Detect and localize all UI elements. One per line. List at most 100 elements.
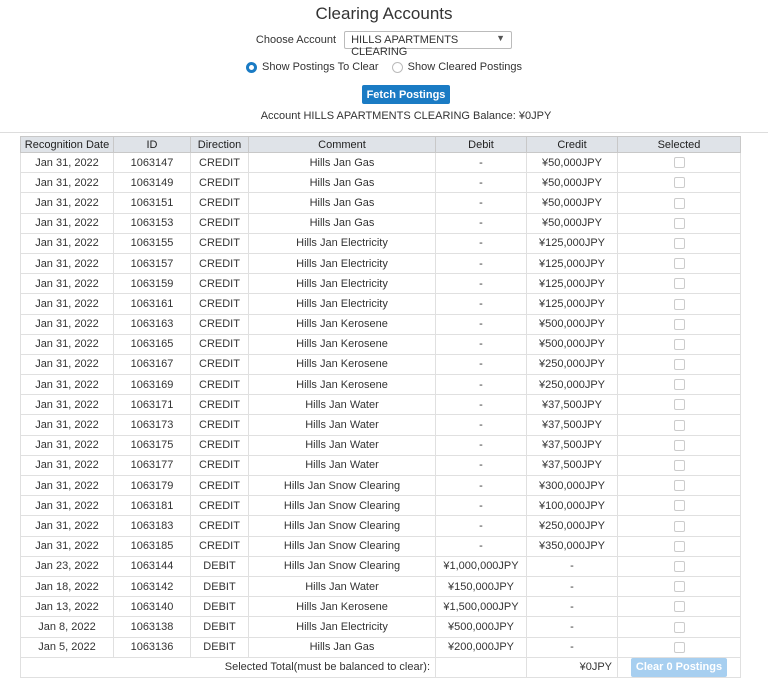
- select-checkbox[interactable]: [673, 399, 685, 411]
- cell-comment: Hills Jan Water: [248, 454, 436, 477]
- cell-selected: [617, 454, 741, 477]
- table-row: Jan 31, 2022 1063163 CREDIT Hills Jan Keros…: [20, 313, 741, 335]
- cell-id: 1063138: [113, 616, 191, 638]
- table-row: Jan 31, 2022 1063183 CREDIT Hills Jan Snow …: [20, 515, 741, 537]
- table-row: Jan 31, 2022 1063157 CREDIT Hills Jan Elect…: [20, 252, 741, 275]
- cell-credit: -: [526, 616, 618, 638]
- cell-credit: ¥50,000JPY: [526, 212, 618, 234]
- cell-comment: Hills Jan Kerosene: [248, 313, 436, 335]
- radio-show-postings-to-clear[interactable]: Show Postings To Clear: [246, 61, 379, 73]
- cell-comment: Hills Jan Snow Clearing: [248, 555, 436, 577]
- radio-label: Show Postings To Clear: [262, 61, 379, 74]
- cell-debit: -: [435, 212, 527, 234]
- account-select[interactable]: HILLS APARTMENTS CLEARING ▼: [344, 31, 513, 58]
- table-row: Jan 31, 2022 1063155 CREDIT Hills Jan Elect…: [20, 232, 741, 254]
- col-id[interactable]: ID: [113, 136, 191, 153]
- choose-account-label: Choose Account: [255, 34, 337, 46]
- cell-id: 1063144: [113, 555, 191, 577]
- col-direction[interactable]: Direction: [190, 136, 249, 153]
- cell-selected: [617, 232, 741, 254]
- col-recognition-date[interactable]: Recognition Date: [20, 136, 114, 153]
- select-checkbox[interactable]: [673, 298, 685, 310]
- cell-comment: Hills Jan Electricity: [248, 616, 436, 638]
- select-checkbox[interactable]: [673, 560, 685, 572]
- footer-row: Selected Total(must be balanced to clear…: [20, 656, 741, 678]
- cell-comment: Hills Jan Water: [248, 394, 436, 416]
- select-checkbox[interactable]: [673, 157, 685, 169]
- cell-recognition-date: Jan 31, 2022: [20, 293, 114, 315]
- cell-selected: [617, 474, 741, 497]
- cell-direction: CREDIT: [190, 414, 249, 436]
- select-checkbox[interactable]: [673, 581, 685, 593]
- select-checkbox[interactable]: [673, 379, 685, 391]
- cell-id: 1063157: [113, 252, 191, 275]
- cell-id: 1063151: [113, 192, 191, 214]
- table-row: Jan 31, 2022 1063161 CREDIT Hills Jan Elect…: [20, 293, 741, 315]
- select-checkbox[interactable]: [673, 278, 685, 290]
- select-checkbox[interactable]: [673, 338, 685, 350]
- select-checkbox[interactable]: [673, 480, 685, 492]
- cell-recognition-date: Jan 31, 2022: [20, 414, 114, 436]
- table-row: Jan 31, 2022 1063147 CREDIT Hills Jan Gas - ¥…: [20, 151, 741, 174]
- radio-button-selected[interactable]: [246, 61, 257, 73]
- cell-comment: Hills Jan Electricity: [248, 273, 436, 295]
- select-checkbox[interactable]: [673, 641, 685, 653]
- col-selected[interactable]: Selected: [617, 136, 741, 153]
- cell-direction: CREDIT: [190, 515, 249, 537]
- cell-debit: -: [435, 495, 527, 517]
- select-checkbox[interactable]: [673, 217, 685, 229]
- cell-comment: Hills Jan Kerosene: [248, 596, 436, 618]
- table-row: Jan 31, 2022 1063151 CREDIT Hills Jan Gas - ¥…: [20, 192, 741, 214]
- cell-id: 1063147: [113, 151, 191, 174]
- choose-account-row: Choose Account HILLS APARTMENTS CLEARING…: [0, 31, 768, 58]
- select-checkbox[interactable]: [673, 621, 685, 633]
- select-checkbox[interactable]: [673, 460, 685, 471]
- col-credit[interactable]: Credit: [526, 136, 618, 153]
- cell-id: 1063179: [113, 474, 191, 497]
- cell-id: 1063177: [113, 454, 191, 477]
- select-checkbox[interactable]: [673, 520, 685, 532]
- cell-recognition-date: Jan 31, 2022: [20, 151, 114, 174]
- select-checkbox[interactable]: [673, 359, 685, 371]
- cell-selected: [617, 636, 741, 658]
- cell-selected: [617, 151, 741, 174]
- cell-selected: [617, 333, 741, 355]
- cell-recognition-date: Jan 8, 2022: [20, 616, 114, 638]
- cell-id: 1063175: [113, 434, 191, 456]
- select-checkbox[interactable]: [673, 500, 685, 512]
- cell-selected: [617, 616, 741, 638]
- cell-credit: ¥500,000JPY: [526, 313, 618, 335]
- select-checkbox[interactable]: [673, 540, 685, 552]
- cell-recognition-date: Jan 31, 2022: [20, 273, 114, 295]
- col-comment[interactable]: Comment: [248, 136, 436, 153]
- fetch-postings-button[interactable]: Fetch Postings: [362, 85, 450, 104]
- select-checkbox[interactable]: [673, 439, 685, 451]
- cell-direction: DEBIT: [190, 596, 249, 618]
- cell-recognition-date: Jan 31, 2022: [20, 474, 114, 497]
- cell-selected: [617, 495, 741, 517]
- cell-selected: [617, 252, 741, 275]
- select-checkbox[interactable]: [673, 601, 685, 613]
- cell-comment: Hills Jan Water: [248, 414, 436, 436]
- radio-button[interactable]: [391, 61, 403, 73]
- cell-id: 1063169: [113, 374, 191, 396]
- cell-selected: [617, 273, 741, 295]
- cell-comment: Hills Jan Gas: [248, 172, 436, 194]
- cell-credit: ¥125,000JPY: [526, 232, 618, 254]
- clear-postings-button[interactable]: Clear 0 Postings: [631, 657, 727, 677]
- cell-comment: Hills Jan Snow Clearing: [248, 535, 436, 557]
- radio-show-cleared-postings[interactable]: Show Cleared Postings: [391, 61, 522, 73]
- select-checkbox[interactable]: [673, 237, 685, 249]
- select-checkbox[interactable]: [673, 318, 685, 330]
- chevron-down-icon: ▼: [496, 33, 506, 43]
- cell-credit: ¥250,000JPY: [526, 515, 618, 537]
- select-checkbox[interactable]: [673, 258, 685, 270]
- select-checkbox[interactable]: [673, 197, 685, 209]
- cell-id: 1063183: [113, 515, 191, 537]
- cell-selected: [617, 313, 741, 335]
- cell-comment: Hills Jan Gas: [248, 636, 436, 658]
- cell-credit: ¥100,000JPY: [526, 495, 618, 517]
- select-checkbox[interactable]: [673, 177, 685, 189]
- select-checkbox[interactable]: [673, 419, 685, 431]
- col-debit[interactable]: Debit: [435, 136, 527, 153]
